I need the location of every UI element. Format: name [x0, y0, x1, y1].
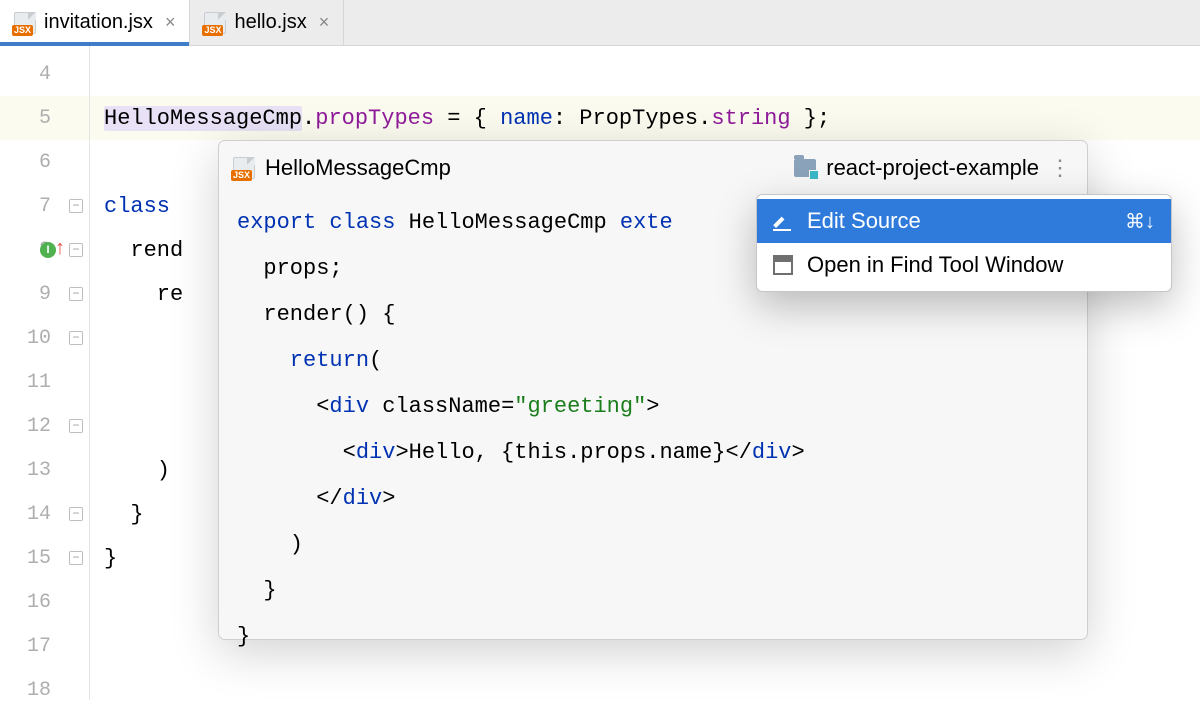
- tool-window-icon: [773, 255, 793, 275]
- code-line: }: [237, 613, 1083, 659]
- code-line: }: [237, 567, 1083, 613]
- code-line: HelloMessageCmp.propTypes = { name: Prop…: [90, 96, 1200, 140]
- jsx-file-icon: JSX: [14, 12, 36, 34]
- menu-item-shortcut: ⌘↓: [1125, 209, 1155, 234]
- fold-toggle-icon[interactable]: −: [69, 507, 83, 521]
- code-line: <div>Hello, {this.props.name}</div>: [237, 429, 1083, 475]
- gutter-line: 8 I↑ −: [0, 228, 89, 272]
- gutter-line: 9 −: [0, 272, 89, 316]
- code-line: render() {: [237, 291, 1083, 337]
- gutter-line: 11: [0, 360, 89, 404]
- implements-marker-icon[interactable]: I↑: [40, 240, 66, 260]
- gutter-line: 7 −: [0, 184, 89, 228]
- editor-tabs: JSX invitation.jsx × JSX hello.jsx ×: [0, 0, 1200, 46]
- tab-invitation[interactable]: JSX invitation.jsx ×: [0, 0, 190, 45]
- tab-hello[interactable]: JSX hello.jsx ×: [190, 0, 344, 45]
- popup-title: HelloMessageCmp: [265, 155, 451, 181]
- context-menu: Edit Source ⌘↓ Open in Find Tool Window: [756, 194, 1172, 292]
- folder-icon: [794, 159, 816, 177]
- gutter-line: 6: [0, 140, 89, 184]
- gutter-line: 17: [0, 624, 89, 668]
- fold-toggle-icon[interactable]: −: [69, 419, 83, 433]
- fold-toggle-icon[interactable]: −: [69, 243, 83, 257]
- gutter-line: 4: [0, 52, 89, 96]
- menu-item-edit-source[interactable]: Edit Source ⌘↓: [757, 199, 1171, 243]
- gutter-line: 14 −: [0, 492, 89, 536]
- gutter-line: 16: [0, 580, 89, 624]
- gutter: 4 5 6 7 − 8 I↑ − 9 − 10 − 11 12 − 13 14 …: [0, 46, 90, 700]
- fold-toggle-icon[interactable]: −: [69, 331, 83, 345]
- pencil-icon: [773, 211, 793, 231]
- code-line: [90, 52, 1200, 96]
- more-options-icon[interactable]: ⋮: [1049, 155, 1073, 181]
- fold-toggle-icon[interactable]: −: [69, 551, 83, 565]
- close-icon[interactable]: ×: [165, 12, 176, 33]
- gutter-line: 18: [0, 668, 89, 712]
- menu-item-open-find-tool[interactable]: Open in Find Tool Window: [757, 243, 1171, 287]
- menu-item-label: Edit Source: [807, 208, 1111, 234]
- jsx-file-icon: JSX: [204, 12, 226, 34]
- code-line: ): [237, 521, 1083, 567]
- tab-label: hello.jsx: [234, 11, 306, 34]
- popup-project-name: react-project-example: [826, 155, 1039, 181]
- menu-item-label: Open in Find Tool Window: [807, 252, 1141, 278]
- tab-label: invitation.jsx: [44, 11, 153, 34]
- popup-header: JSX HelloMessageCmp react-project-exampl…: [219, 141, 1087, 195]
- code-line: <div className="greeting">: [237, 383, 1083, 429]
- code-line: </div>: [237, 475, 1083, 521]
- fold-toggle-icon[interactable]: −: [69, 199, 83, 213]
- jsx-file-icon: JSX: [233, 157, 255, 179]
- code-line: return(: [237, 337, 1083, 383]
- gutter-line: 5: [0, 96, 89, 140]
- gutter-line: 10 −: [0, 316, 89, 360]
- gutter-line: 15 −: [0, 536, 89, 580]
- close-icon[interactable]: ×: [319, 12, 330, 33]
- fold-toggle-icon[interactable]: −: [69, 287, 83, 301]
- gutter-line: 12 −: [0, 404, 89, 448]
- gutter-line: 13: [0, 448, 89, 492]
